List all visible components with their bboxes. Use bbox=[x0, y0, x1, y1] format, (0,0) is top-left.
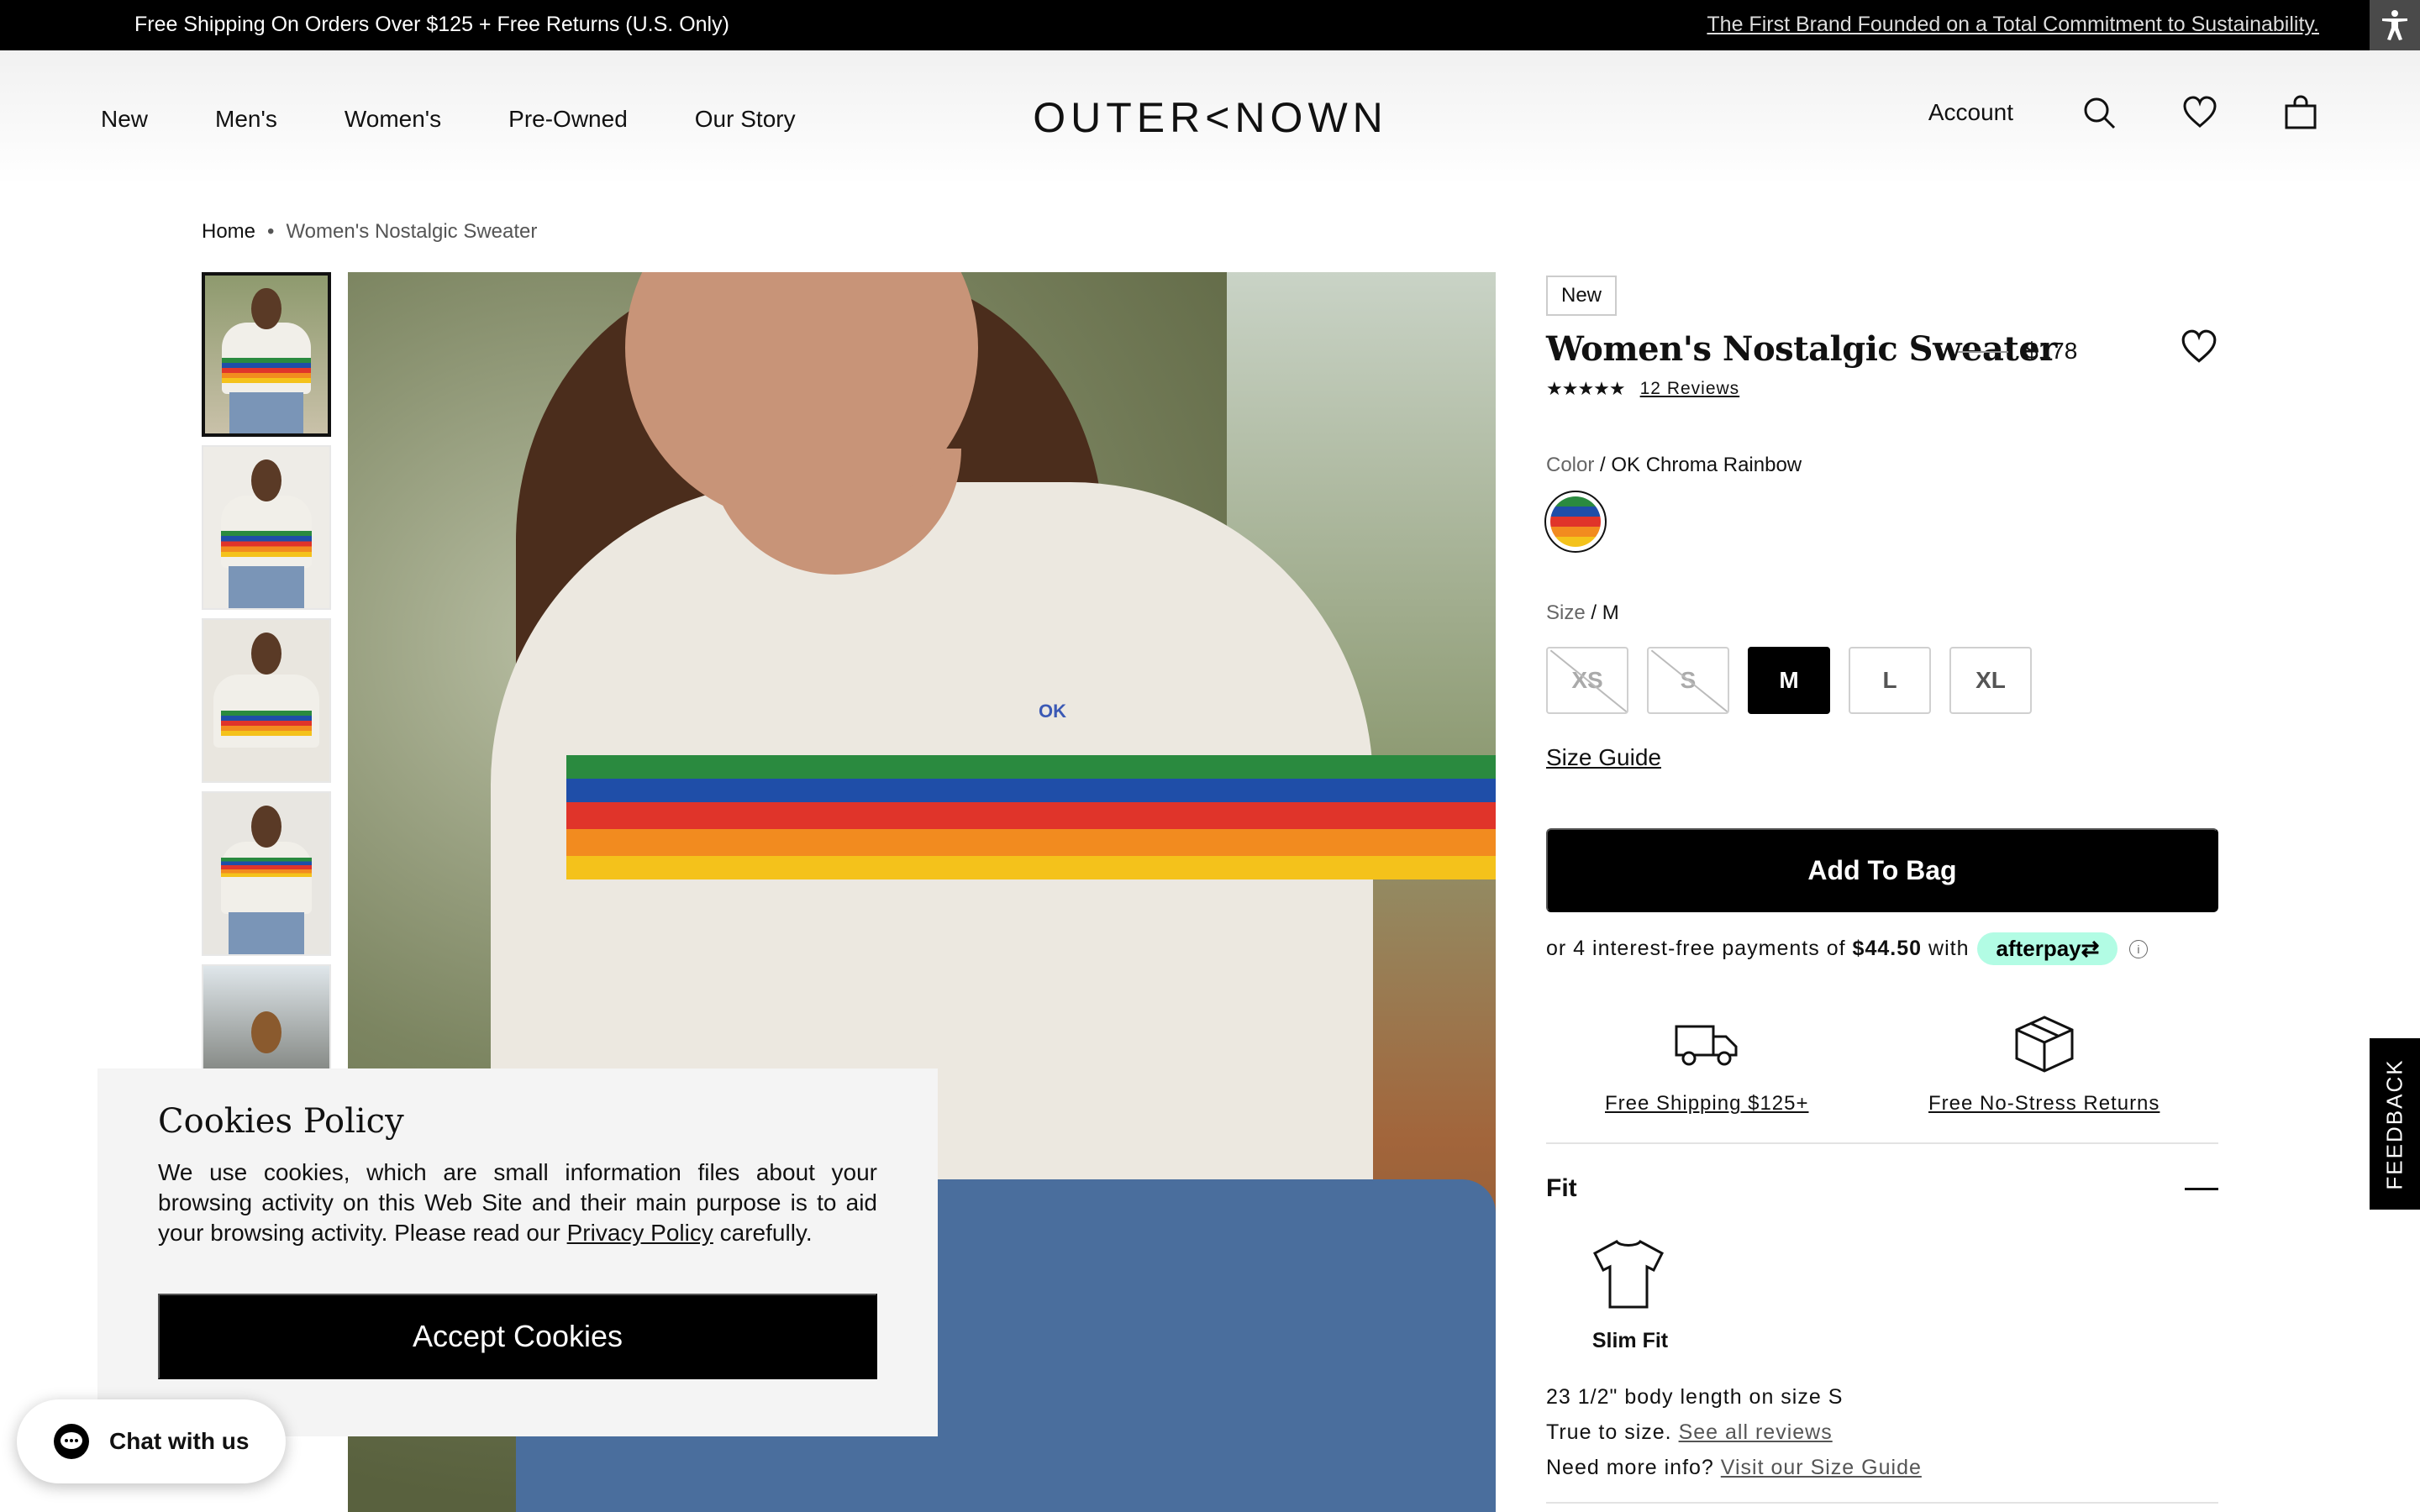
breadcrumb-home[interactable]: Home bbox=[202, 220, 255, 244]
free-returns-link[interactable]: Free No-Stress Returns bbox=[1928, 1092, 2160, 1116]
size-option-s[interactable]: S bbox=[1647, 647, 1729, 714]
thumbnail-2[interactable] bbox=[202, 445, 331, 610]
search-icon[interactable] bbox=[2081, 94, 2118, 131]
size-option-xs[interactable]: XS bbox=[1546, 647, 1628, 714]
reviews-link[interactable]: 12 Reviews bbox=[1640, 379, 1740, 399]
star-rating: ★★★★★ bbox=[1546, 378, 1626, 399]
feedback-label: FEEDBACK bbox=[2381, 1058, 2407, 1190]
size-option-m[interactable]: M bbox=[1748, 647, 1830, 714]
chat-widget[interactable]: Chat with us bbox=[17, 1399, 286, 1483]
info-icon[interactable]: i bbox=[2129, 939, 2149, 958]
thumbnail-3[interactable] bbox=[202, 618, 331, 783]
sustainability-link[interactable]: The First Brand Founded on a Total Commi… bbox=[1707, 13, 2319, 37]
color-label: Color / OK Chroma Rainbow bbox=[1546, 454, 1802, 476]
cookies-banner: Cookies Policy We use cookies, which are… bbox=[97, 1068, 938, 1436]
section-divider bbox=[1546, 1142, 2218, 1144]
free-returns-perk[interactable]: Free No-Stress Returns bbox=[1928, 1015, 2160, 1116]
color-swatch-selected[interactable] bbox=[1544, 491, 1607, 553]
free-shipping-perk[interactable]: Free Shipping $125+ bbox=[1605, 1015, 1809, 1116]
nav-item-our-story[interactable]: Our Story bbox=[695, 106, 796, 133]
chat-icon bbox=[54, 1424, 89, 1459]
cookies-text: We use cookies, which are small informat… bbox=[158, 1159, 877, 1246]
announcement-text: Free Shipping On Orders Over $125 + Free… bbox=[134, 13, 729, 36]
breadcrumb-separator: • bbox=[267, 220, 275, 243]
breadcrumb-current: Women's Nostalgic Sweater bbox=[286, 220, 538, 243]
heart-icon[interactable] bbox=[2181, 94, 2218, 131]
new-badge: New bbox=[1546, 276, 1618, 316]
privacy-policy-link[interactable]: Privacy Policy bbox=[567, 1220, 713, 1246]
size-option-xl[interactable]: XL bbox=[1949, 647, 2032, 714]
add-to-bag-button[interactable]: Add To Bag bbox=[1546, 828, 2218, 912]
size-selector: XS S M L XL bbox=[1546, 647, 2050, 714]
sweater-brand-mark: OK bbox=[1039, 701, 1066, 722]
account-link[interactable]: Account bbox=[1928, 99, 2013, 126]
section-divider-bottom bbox=[1546, 1502, 2218, 1504]
accessibility-icon[interactable] bbox=[2370, 0, 2420, 50]
rating-row: ★★★★★ 12 Reviews bbox=[1546, 378, 1739, 400]
truck-icon bbox=[1675, 1025, 1738, 1066]
nav-item-womens[interactable]: Women's bbox=[345, 106, 441, 133]
accept-cookies-button[interactable]: Accept Cookies bbox=[158, 1294, 877, 1379]
thumbnail-1[interactable] bbox=[202, 272, 331, 437]
thumbnail-4[interactable] bbox=[202, 791, 331, 956]
see-reviews-link[interactable]: See all reviews bbox=[1679, 1420, 1833, 1444]
size-guide-link[interactable]: Size Guide bbox=[1546, 744, 1661, 771]
chat-label: Chat with us bbox=[109, 1428, 250, 1454]
size-option-l[interactable]: L bbox=[1849, 647, 1931, 714]
breadcrumb: Home • Women's Nostalgic Sweater bbox=[202, 220, 537, 244]
fit-details: 23 1/2" body length on size S True to si… bbox=[1546, 1385, 1922, 1479]
title-divider bbox=[1958, 351, 2008, 353]
announcement-bar: Free Shipping On Orders Over $125 + Free… bbox=[0, 0, 2420, 50]
thumbnail-strip bbox=[202, 272, 331, 1137]
box-icon bbox=[2015, 1016, 2074, 1073]
wishlist-heart-icon[interactable] bbox=[2180, 328, 2218, 366]
rainbow-swatch bbox=[1550, 496, 1601, 547]
nav-item-new[interactable]: New bbox=[101, 106, 148, 133]
collapse-icon[interactable] bbox=[2185, 1188, 2218, 1190]
nav-item-pre-owned[interactable]: Pre-Owned bbox=[508, 106, 628, 133]
afterpay-row: or 4 interest-free payments of $44.50 wi… bbox=[1546, 932, 2149, 965]
main-nav: New Men's Women's Pre-Owned Our Story bbox=[101, 106, 796, 133]
product-price: $178 bbox=[2025, 338, 2078, 364]
size-label: Size / M bbox=[1546, 601, 1619, 624]
brand-logo[interactable]: OUTER<NOWN bbox=[1033, 92, 1383, 143]
shopping-bag-icon[interactable] bbox=[2282, 94, 2319, 131]
tshirt-icon bbox=[1593, 1240, 1664, 1309]
afterpay-logo[interactable]: afterpay⇄ bbox=[1977, 932, 2118, 965]
nav-item-mens[interactable]: Men's bbox=[215, 106, 277, 133]
header-actions: Account bbox=[1928, 94, 2319, 131]
cookies-title: Cookies Policy bbox=[158, 1102, 404, 1141]
free-shipping-link[interactable]: Free Shipping $125+ bbox=[1605, 1092, 1809, 1116]
fit-heading[interactable]: Fit bbox=[1546, 1174, 1577, 1203]
fit-type: Slim Fit bbox=[1591, 1329, 1669, 1352]
visit-size-guide-link[interactable]: Visit our Size Guide bbox=[1721, 1456, 1922, 1479]
feedback-tab[interactable]: FEEDBACK bbox=[2370, 1038, 2420, 1210]
site-header: New Men's Women's Pre-Owned Our Story OU… bbox=[0, 50, 2420, 185]
product-title: Women's Nostalgic Sweater bbox=[1546, 329, 2057, 369]
